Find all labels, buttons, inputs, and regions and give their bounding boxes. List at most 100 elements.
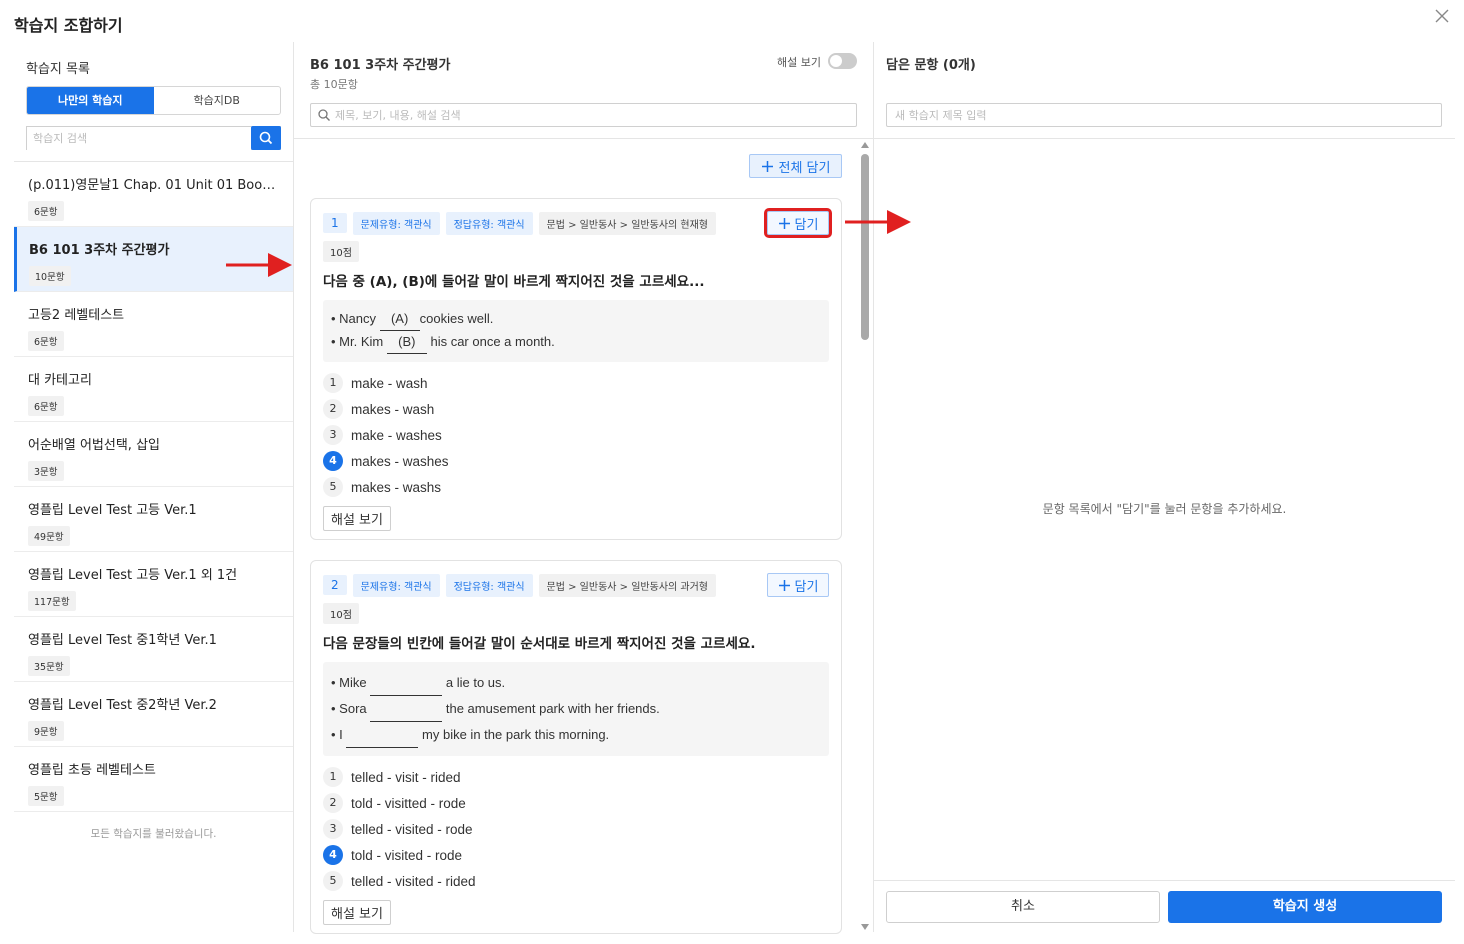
cancel-button[interactable]: 취소	[886, 891, 1160, 923]
scroll-thumb[interactable]	[861, 154, 869, 340]
option-number: 5	[323, 477, 343, 497]
add-all-button[interactable]: 전체 담기	[749, 154, 842, 178]
selected-questions-panel: 담은 문항 (0개) 문항 목록에서 "담기"를 눌러 문항을 추가하세요. 취…	[874, 42, 1455, 932]
passage-suffix: cookies well.	[419, 311, 494, 326]
selected-worksheet-title: B6 101 3주차 주간평가	[310, 58, 451, 73]
option: 5 telled - visited - rided	[323, 868, 829, 894]
score-badge: 10점	[323, 241, 359, 262]
option-text: told - visited - rode	[351, 847, 463, 863]
question-number: 1	[323, 213, 347, 233]
create-worksheet-button[interactable]: 학습지 생성	[1168, 891, 1442, 923]
option-number: 5	[323, 871, 343, 891]
worksheet-name: 영플립 Level Test 중2학년 Ver.2	[28, 698, 217, 713]
question-type-tag: 문제유형: 객관식	[352, 211, 440, 235]
worksheet-count-badge: 117문항	[28, 591, 76, 611]
add-question-button[interactable]: 담기	[764, 208, 832, 238]
option: 1 make - wash	[323, 370, 829, 396]
worksheet-item[interactable]: 고등2 레벨테스트 6문항	[14, 292, 293, 357]
worksheet-count-badge: 9문항	[28, 721, 64, 741]
category-tag: 문법 > 일반동사 > 일반동사의 과거형	[538, 573, 716, 597]
passage-line: • Sora the amusement park with her frien…	[331, 696, 821, 722]
compose-worksheet-modal: 학습지 조합하기 학습지 목록 나만의 학습지 학습지DB (p.011	[0, 0, 1464, 944]
option-number: 1	[323, 767, 343, 787]
passage-suffix: the amusement park with her friends.	[445, 701, 660, 716]
passage-prefix: • Nancy	[331, 311, 377, 326]
worksheet-item[interactable]: 영플립 Level Test 중1학년 Ver.1 35문항	[14, 617, 293, 682]
option-text: telled - visited - rided	[351, 873, 476, 889]
worksheet-count-badge: 5문항	[28, 786, 64, 806]
option-number: 1	[323, 373, 343, 393]
option-text: makes - wash	[351, 401, 435, 417]
passage-line: • I my bike in the park this morning.	[331, 722, 821, 748]
worksheet-name: (p.011)영문날1 Chap. 01 Unit 01 Boost …	[28, 178, 279, 193]
worksheet-item[interactable]: 대 카테고리 6문항	[14, 357, 293, 422]
tab-worksheet-db[interactable]: 학습지DB	[154, 87, 281, 114]
explanation-toggle[interactable]	[828, 53, 857, 69]
worksheet-name: 영플립 Level Test 중1학년 Ver.1	[28, 633, 217, 648]
option: 3 telled - visited - rode	[323, 816, 829, 842]
passage-line: • Mr. Kim (B) his car once a month.	[331, 331, 821, 354]
worksheet-item[interactable]: 어순배열 어법선택, 삽입 3문항	[14, 422, 293, 487]
passage-blank: (B)	[386, 331, 427, 354]
option-text: make - washes	[351, 427, 442, 443]
close-icon[interactable]	[1432, 8, 1452, 28]
worksheet-list-panel: 학습지 목록 나만의 학습지 학습지DB (p.011)영문날1 Chap. 0…	[14, 42, 294, 932]
add-question-label: 담기	[794, 579, 819, 595]
option-number: 3	[323, 425, 343, 445]
worksheet-source-tabs: 나만의 학습지 학습지DB	[26, 86, 281, 115]
question-search-input[interactable]	[311, 104, 821, 127]
worksheet-search-input[interactable]	[27, 127, 251, 150]
scroll-up-icon[interactable]	[861, 142, 869, 148]
question-passage: • Nancy (A) cookies well. • Mr. Kim (B) h…	[323, 300, 829, 362]
plus-icon	[778, 217, 790, 229]
worksheet-item[interactable]: 영플립 Level Test 중2학년 Ver.2 9문항	[14, 682, 293, 747]
new-worksheet-title-field	[886, 103, 1442, 127]
new-worksheet-title-input[interactable]	[887, 104, 1427, 127]
option-number: 3	[323, 819, 343, 839]
passage-prefix: • Sora	[331, 701, 367, 716]
option-text: telled - visit - rided	[351, 769, 461, 785]
question-card: 1 문제유형: 객관식 정답유형: 객관식 문법 > 일반동사 > 일반동사의 …	[310, 198, 842, 540]
plus-icon	[761, 160, 773, 172]
worksheet-item[interactable]: (p.011)영문날1 Chap. 01 Unit 01 Boost … 6문항	[14, 162, 293, 227]
worksheet-search-button[interactable]	[251, 126, 281, 150]
option-correct: 4 told - visited - rode	[323, 842, 829, 868]
passage-prefix: • Mr. Kim	[331, 334, 384, 349]
show-explanation-button[interactable]: 해설 보기	[323, 900, 391, 925]
passage-blank: (A)	[379, 308, 420, 331]
search-icon	[259, 131, 273, 145]
worksheet-item[interactable]: 영플립 Level Test 고등 Ver.1 외 1건 117문항	[14, 552, 293, 617]
question-card: 2 문제유형: 객관식 정답유형: 객관식 문법 > 일반동사 > 일반동사의 …	[310, 560, 842, 934]
question-number: 2	[323, 575, 347, 595]
tab-my-worksheets[interactable]: 나만의 학습지	[27, 87, 154, 114]
worksheet-count-badge: 10문항	[29, 266, 71, 286]
worksheet-item[interactable]: 영플립 초등 레벨테스트 5문항	[14, 747, 293, 812]
question-passage: • Mike a lie to us. • Sora the amusement…	[323, 662, 829, 756]
worksheet-name: 고등2 레벨테스트	[28, 308, 125, 323]
divider	[874, 138, 1455, 139]
question-search	[310, 103, 857, 127]
passage-prefix: • I	[331, 727, 343, 742]
option: 2 told - visitted - rode	[323, 790, 829, 816]
worksheet-name: 영플립 초등 레벨테스트	[28, 763, 156, 778]
show-explanation-button[interactable]: 해설 보기	[323, 506, 391, 531]
passage-line: • Nancy (A) cookies well.	[331, 308, 821, 331]
worksheet-count-badge: 49문항	[28, 526, 70, 546]
worksheet-count-badge: 6문항	[28, 396, 64, 416]
worksheet-name: 대 카테고리	[28, 373, 92, 388]
answer-type-tag: 정답유형: 객관식	[445, 573, 533, 597]
option: 5 makes - washs	[323, 474, 829, 500]
scroll-down-icon[interactable]	[861, 924, 869, 930]
worksheet-count-badge: 3문항	[28, 461, 64, 481]
divider	[874, 880, 1455, 881]
add-question-button[interactable]: 담기	[767, 573, 829, 597]
answer-type-tag: 정답유형: 객관식	[445, 211, 533, 235]
worksheet-count-badge: 35문항	[28, 656, 70, 676]
question-list-scrollbar[interactable]	[860, 140, 869, 932]
worksheet-name: 영플립 Level Test 고등 Ver.1	[28, 503, 197, 518]
option-text: makes - washes	[351, 453, 449, 469]
passage-suffix: his car once a month.	[430, 334, 555, 349]
explanation-toggle-label: 해설 보기	[777, 56, 821, 69]
worksheet-item[interactable]: 영플립 Level Test 고등 Ver.1 49문항	[14, 487, 293, 552]
worksheet-count-badge: 6문항	[28, 201, 64, 221]
